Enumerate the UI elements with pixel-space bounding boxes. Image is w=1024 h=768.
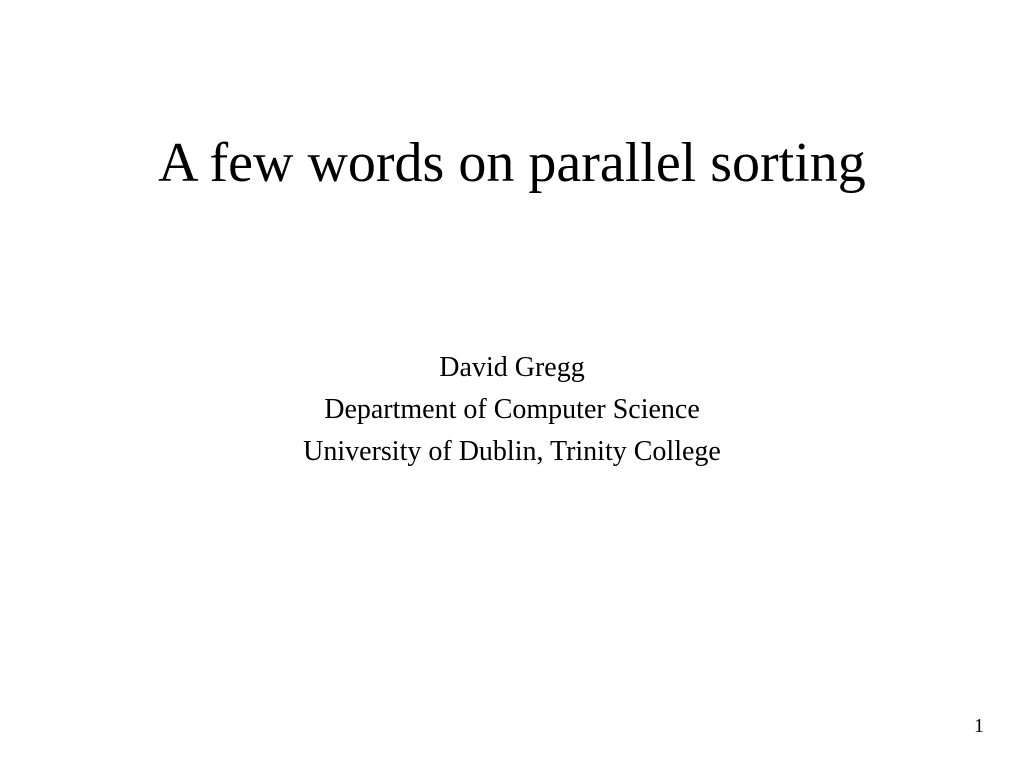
author-name: David Gregg <box>40 347 984 389</box>
author-department: Department of Computer Science <box>40 389 984 431</box>
slide-container: A few words on parallel sorting David Gr… <box>0 0 1024 768</box>
author-institution: University of Dublin, Trinity College <box>40 431 984 473</box>
author-block: David Gregg Department of Computer Scien… <box>40 347 984 473</box>
page-number: 1 <box>974 715 984 738</box>
slide-title: A few words on parallel sorting <box>40 130 984 197</box>
